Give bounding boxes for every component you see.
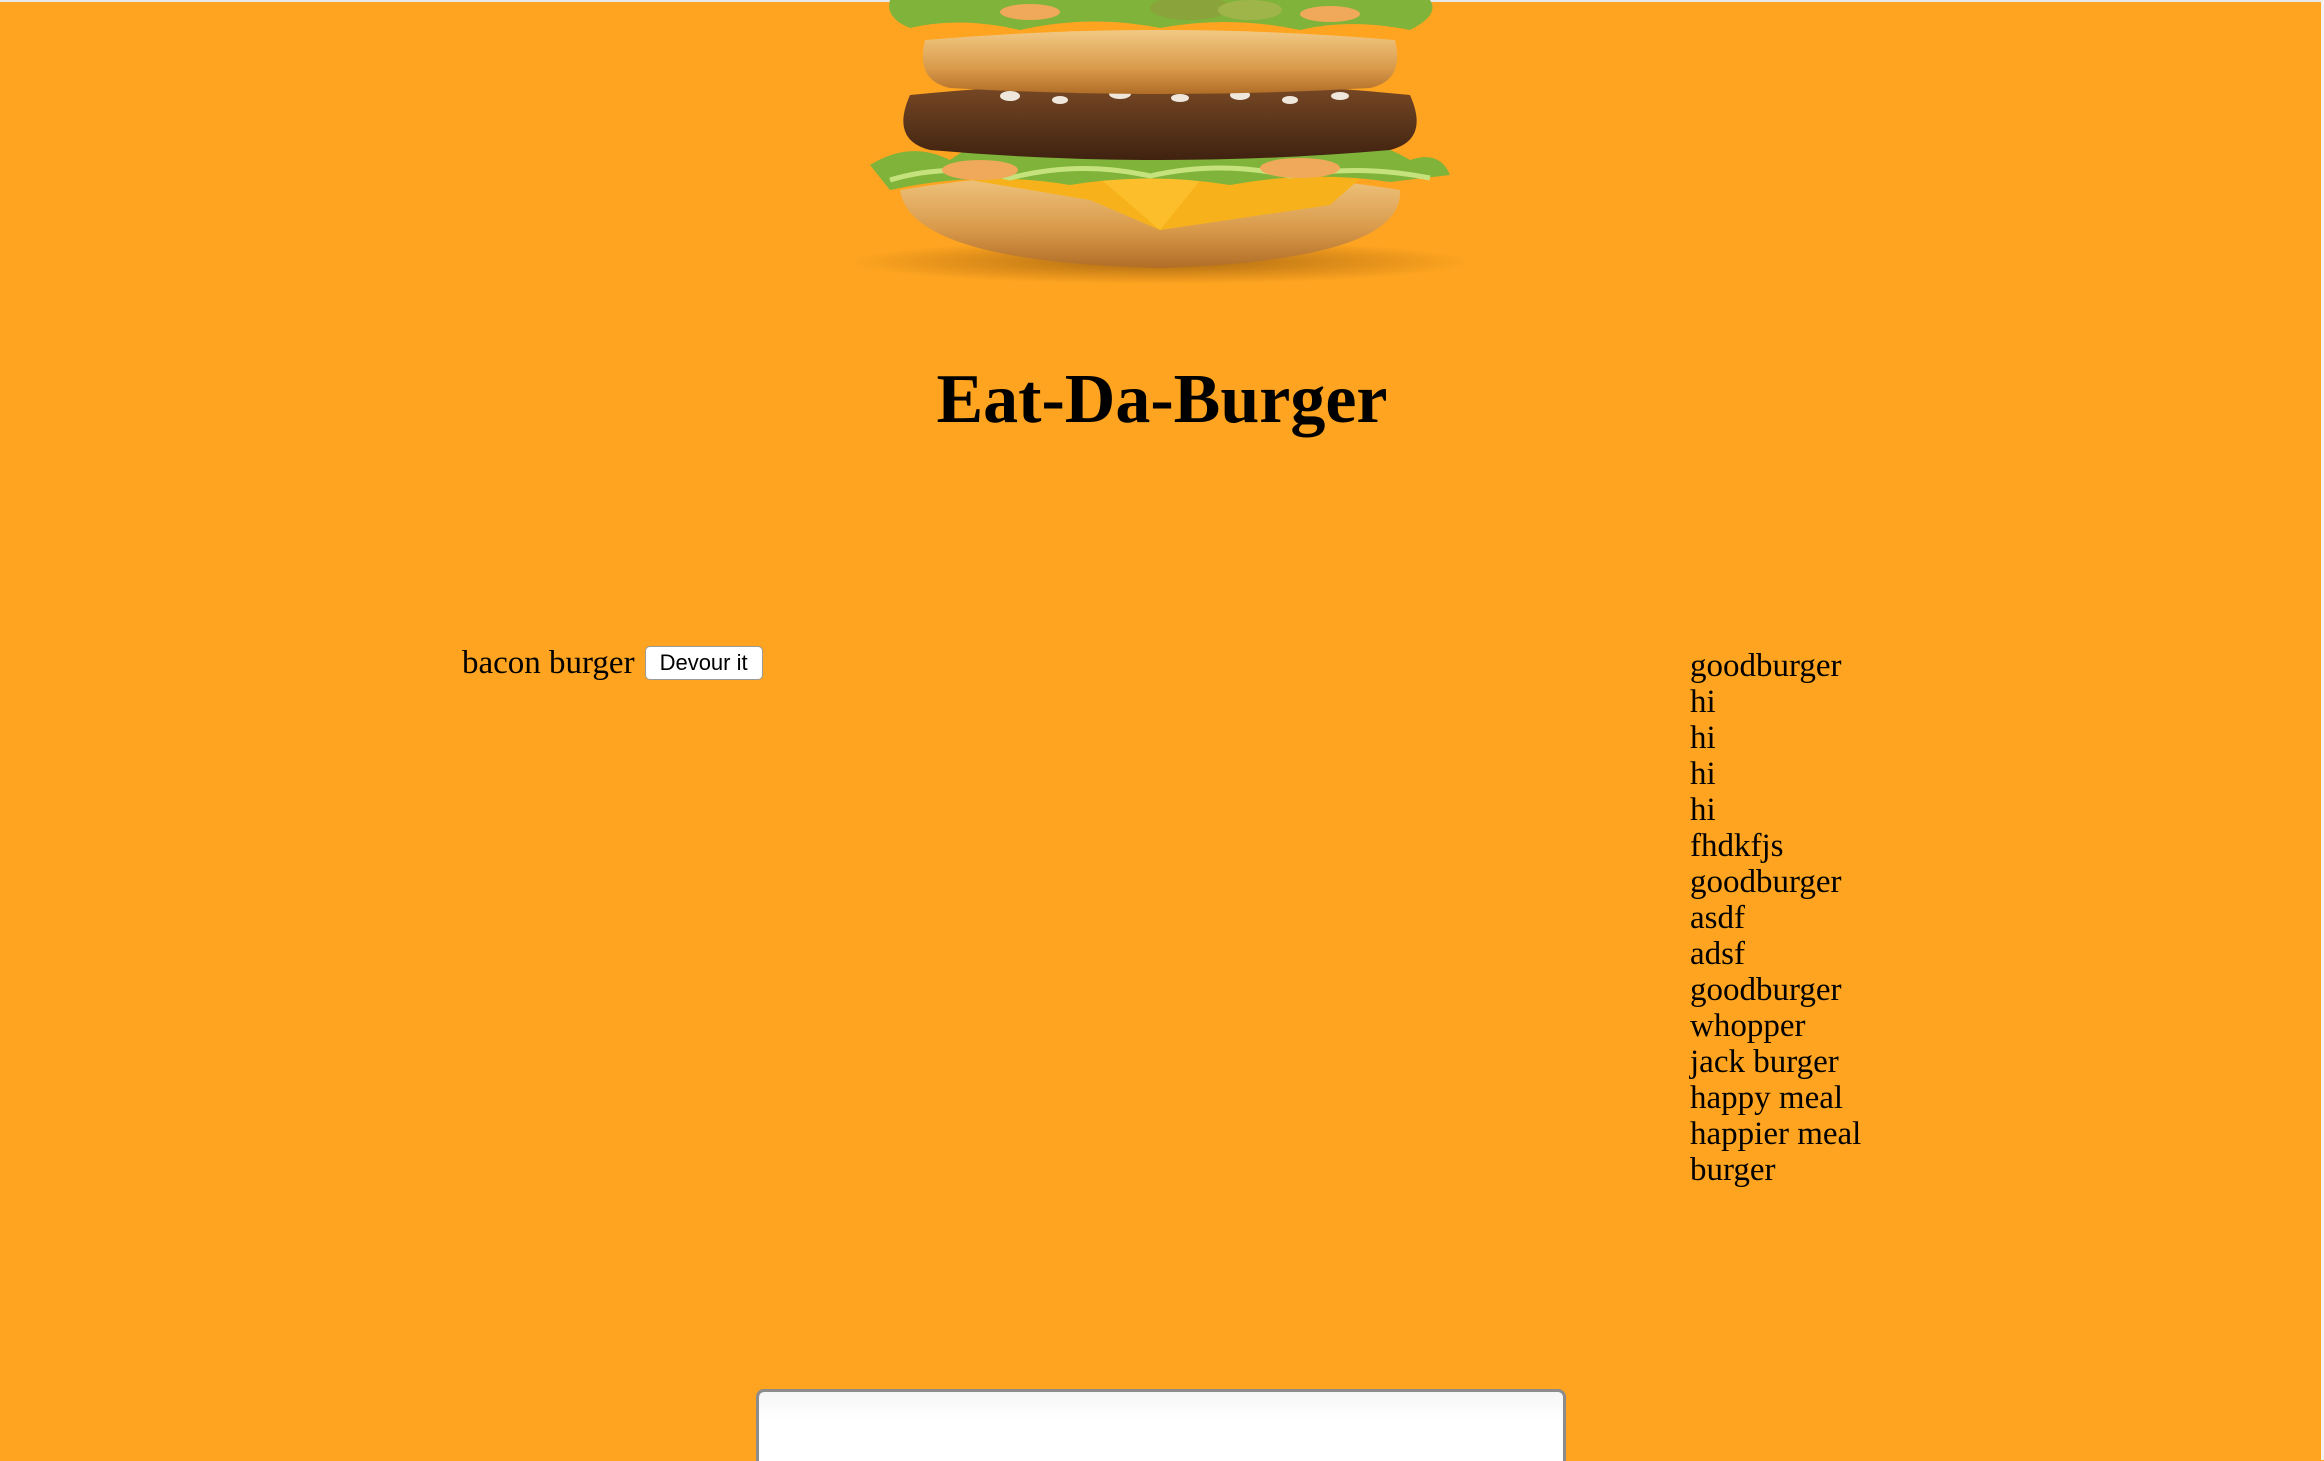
eaten-burger-item: happy meal — [1690, 1080, 1844, 1116]
eaten-burger-item: adsf — [1690, 936, 1745, 972]
eaten-burger-list: goodburger hi hi hi hi fhdkfjs goodburge… — [1690, 648, 1861, 1188]
eaten-burger-item: jack burger — [1690, 1044, 1839, 1080]
eaten-burger-item: hi — [1690, 756, 1716, 792]
eaten-burger-item: hi — [1690, 720, 1716, 756]
eaten-burger-item: goodburger — [1690, 972, 1842, 1008]
burger-name: bacon burger — [462, 644, 635, 681]
eaten-burger-item: burger — [1690, 1152, 1776, 1188]
eaten-burger-item: fhdkfjs — [1690, 828, 1784, 864]
eaten-burger-item: happier meal — [1690, 1116, 1862, 1152]
burger-image — [830, 0, 1470, 285]
eaten-burger-item: goodburger — [1690, 648, 1842, 684]
eaten-burger-item: asdf — [1690, 900, 1745, 936]
eaten-burger-item: goodburger — [1690, 864, 1842, 900]
eaten-burger-item: hi — [1690, 792, 1716, 828]
burger-name-input[interactable] — [756, 1389, 1566, 1461]
eaten-burger-item: hi — [1690, 684, 1716, 720]
page-title: Eat-Da-Burger — [936, 361, 1388, 438]
devour-button[interactable]: Devour it — [644, 646, 763, 680]
uneaten-burger-item: bacon burger Devour it — [462, 646, 763, 680]
eaten-burger-item: whopper — [1690, 1008, 1806, 1044]
